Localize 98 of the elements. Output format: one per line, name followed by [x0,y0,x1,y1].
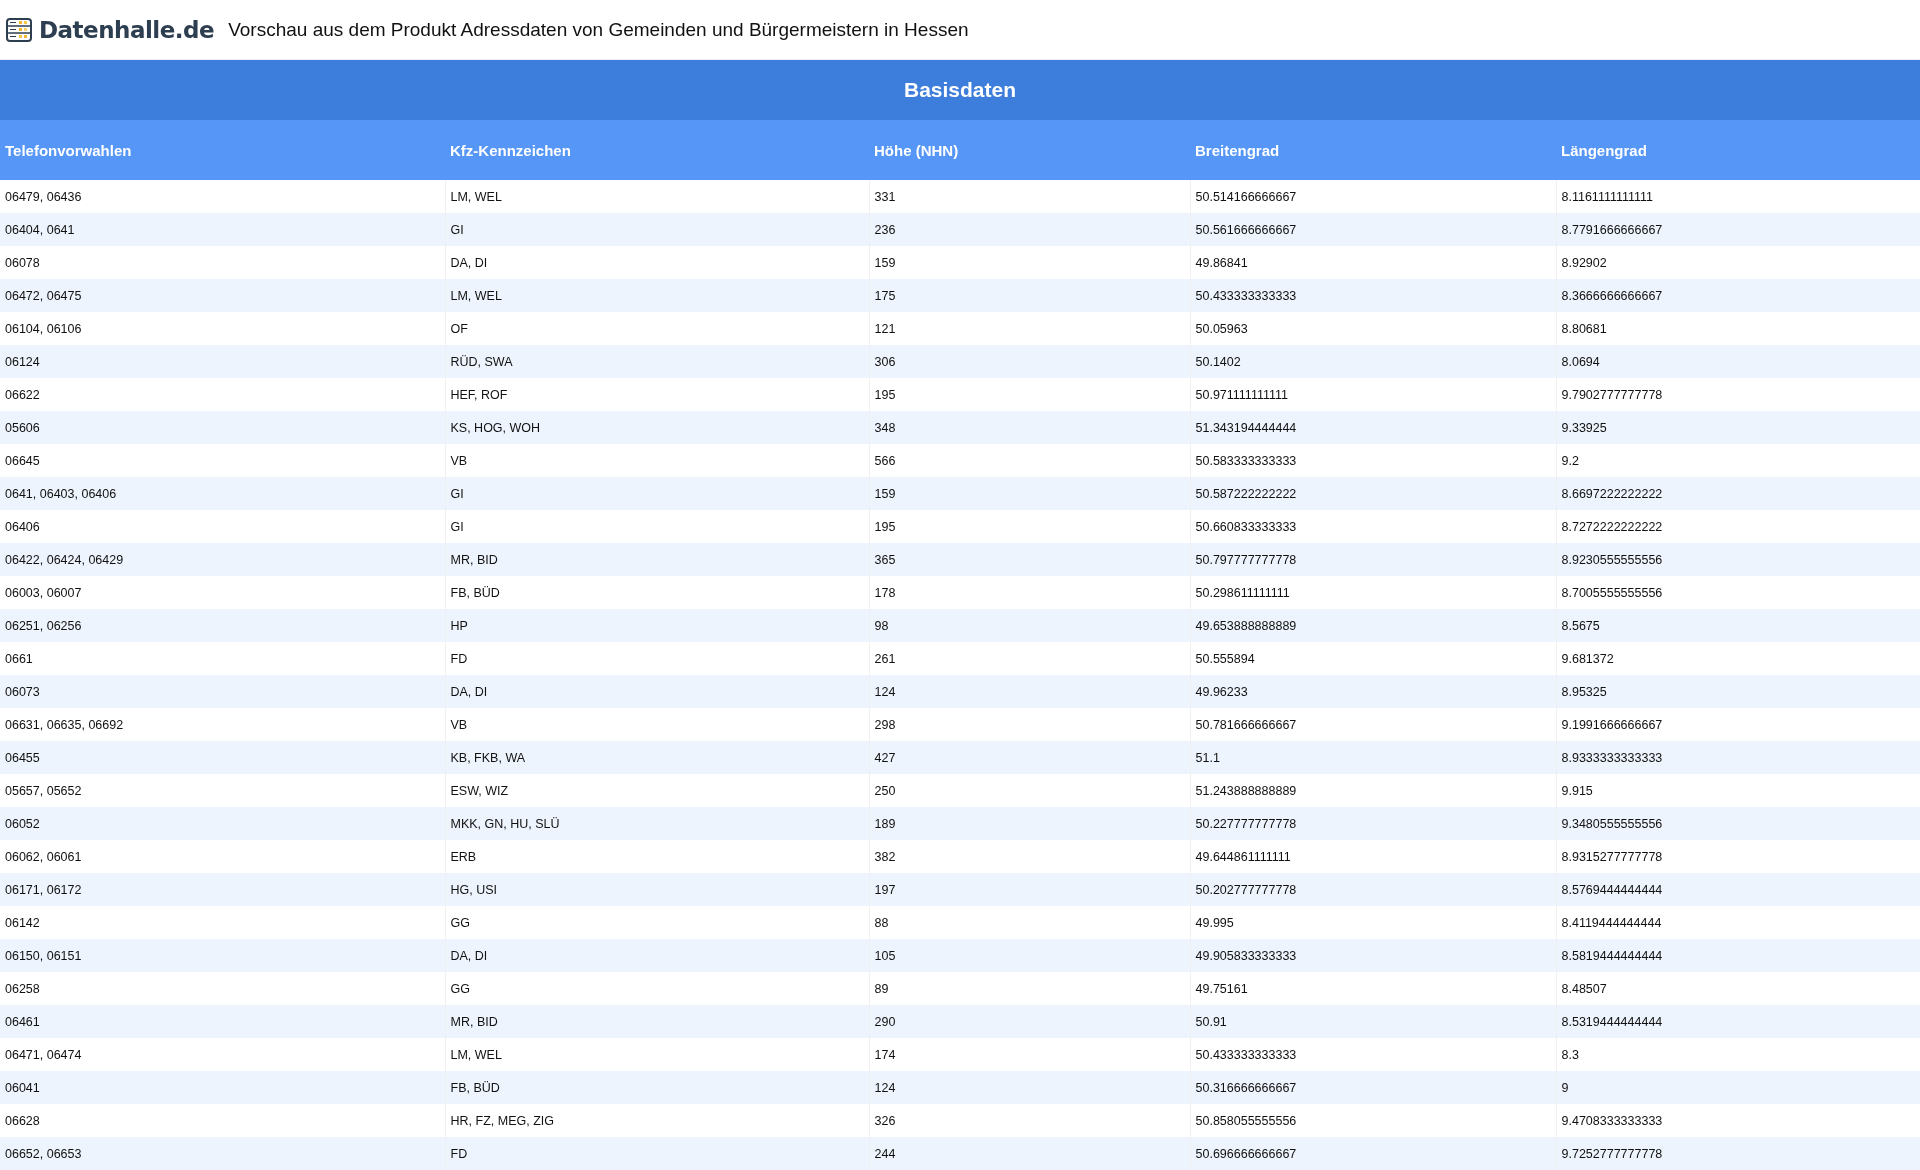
table-cell: 06150, 06151 [0,939,445,972]
table-cell: KS, HOG, WOH [445,411,869,444]
table-cell: HP [445,609,869,642]
table-cell: 06073 [0,675,445,708]
table-cell: 105 [869,939,1190,972]
table-cell: 05657, 05652 [0,774,445,807]
table-cell: 290 [869,1005,1190,1038]
table-cell: 9.33925 [1556,411,1920,444]
table-cell: 50.696666666667 [1190,1137,1556,1170]
table-cell: 159 [869,477,1190,510]
table-cell: 06041 [0,1071,445,1104]
table-cell: 348 [869,411,1190,444]
table-cell: 50.561666666667 [1190,213,1556,246]
table-cell: 50.91 [1190,1005,1556,1038]
table-cell: 06062, 06061 [0,840,445,873]
table-cell: 06479, 06436 [0,180,445,213]
table-cell: LM, WEL [445,279,869,312]
table-cell: 06471, 06474 [0,1038,445,1071]
table-cell: HG, USI [445,873,869,906]
column-header: Höhe (NHN) [869,120,1190,180]
table-cell: 0661 [0,642,445,675]
table-cell: 06052 [0,807,445,840]
table-cell: 8.95325 [1556,675,1920,708]
table-cell: 06628 [0,1104,445,1137]
table-cell: 06652, 06653 [0,1137,445,1170]
table-cell: 06472, 06475 [0,279,445,312]
table-cell: FD [445,1137,869,1170]
table-cell: 06142 [0,906,445,939]
table-cell: FB, BÜD [445,1071,869,1104]
table-cell: RÜD, SWA [445,345,869,378]
table-cell: 49.96233 [1190,675,1556,708]
table-cell: 50.202777777778 [1190,873,1556,906]
table-cell: 244 [869,1137,1190,1170]
table-cell: 06251, 06256 [0,609,445,642]
table-cell: 9 [1556,1071,1920,1104]
table-cell: 05606 [0,411,445,444]
table-cell: 06104, 06106 [0,312,445,345]
table-cell: 06124 [0,345,445,378]
table-cell: 06622 [0,378,445,411]
table-cell: 06455 [0,741,445,774]
table-cell: 8.0694 [1556,345,1920,378]
table-cell: 06171, 06172 [0,873,445,906]
column-header: Telefonvorwahlen [0,120,445,180]
table-cell: 50.1402 [1190,345,1556,378]
table-cell: 0641, 06403, 06406 [0,477,445,510]
table-cell: 49.905833333333 [1190,939,1556,972]
page-title: Vorschau aus dem Produkt Adressdaten von Gemeinden und Bürgermeistern in Hessen [228,18,969,41]
table-cell: 9.3480555555556 [1556,807,1920,840]
table-cell: 8.5819444444444 [1556,939,1920,972]
site-logo[interactable]: Datenhalle.de [39,16,215,43]
table-cell: MKK, GN, HU, SLÜ [445,807,869,840]
table-cell: DA, DI [445,675,869,708]
table-cell: 06461 [0,1005,445,1038]
table-cell: 306 [869,345,1190,378]
table-cell: MR, BID [445,1005,869,1038]
table-cell: 06406 [0,510,445,543]
table-cell: 427 [869,741,1190,774]
table-cell: 8.5319444444444 [1556,1005,1920,1038]
table-cell: 51.1 [1190,741,1556,774]
table-cell: 8.3666666666667 [1556,279,1920,312]
table-cell: 06003, 06007 [0,576,445,609]
table-cell: 50.587222222222 [1190,477,1556,510]
table-cell: 175 [869,279,1190,312]
table-cell: 50.227777777778 [1190,807,1556,840]
table-cell: 06631, 06635, 06692 [0,708,445,741]
table-cell: GI [445,213,869,246]
table-cell: 365 [869,543,1190,576]
table-cell: 8.6697222222222 [1556,477,1920,510]
table-cell: MR, BID [445,543,869,576]
table-cell: 8.9333333333333 [1556,741,1920,774]
column-header: Längengrad [1556,120,1920,180]
table-cell: 8.5675 [1556,609,1920,642]
table-cell: 50.433333333333 [1190,279,1556,312]
table-caption: Basisdaten [0,60,1920,120]
table-cell: 189 [869,807,1190,840]
table-cell: 236 [869,213,1190,246]
table-cell: 06078 [0,246,445,279]
table-cell: 8.5769444444444 [1556,873,1920,906]
table-cell: 124 [869,675,1190,708]
table-cell: 9.7252777777778 [1556,1137,1920,1170]
table-cell: 49.653888888889 [1190,609,1556,642]
column-header: Breitengrad [1190,120,1556,180]
table-cell: 06258 [0,972,445,1005]
table-cell: KB, FKB, WA [445,741,869,774]
table-cell: 8.7791666666667 [1556,213,1920,246]
table-cell: 98 [869,609,1190,642]
table-cell: 06645 [0,444,445,477]
table-cell: 50.316666666667 [1190,1071,1556,1104]
table-cell: 06404, 0641 [0,213,445,246]
table-cell: 50.797777777778 [1190,543,1556,576]
table-cell: DA, DI [445,939,869,972]
table-cell: 8.9230555555556 [1556,543,1920,576]
table-cell: 51.343194444444 [1190,411,1556,444]
table-cell: 124 [869,1071,1190,1104]
table-cell: GI [445,477,869,510]
table-cell: 06422, 06424, 06429 [0,543,445,576]
table-cell: 197 [869,873,1190,906]
column-header: Kfz-Kennzeichen [445,120,869,180]
